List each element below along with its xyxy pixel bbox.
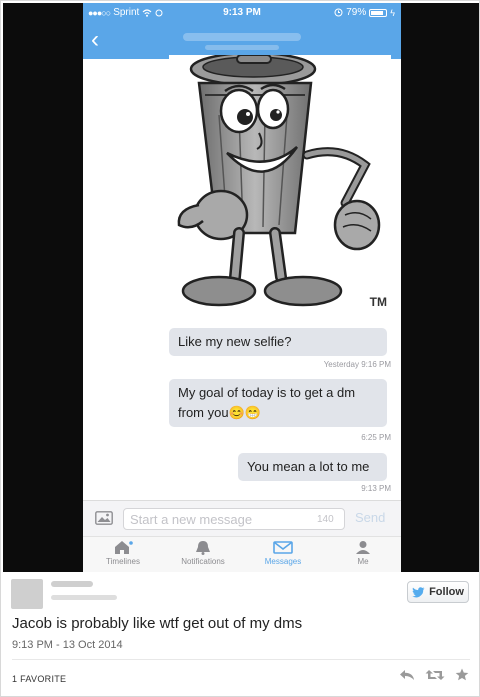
favorite-star-icon[interactable]	[455, 668, 469, 681]
home-icon	[115, 541, 133, 554]
tweet-body: Follow Jacob is probably like wtf get ou…	[3, 573, 479, 696]
favorite-count[interactable]: 1 FAVORITE	[12, 674, 66, 684]
blurred-contact-name	[183, 33, 301, 41]
tweet-timestamp[interactable]: 9:13 PM - 13 Oct 2014	[12, 639, 123, 651]
character-count: 140	[317, 514, 334, 525]
tweet-card: ●●●○○ Sprint 9:13 PM 79% ϟ ‹ TM Like my …	[0, 0, 480, 697]
tab-label: Messages	[264, 557, 302, 566]
follow-button[interactable]: Follow	[407, 581, 469, 603]
tweet-actions	[399, 668, 469, 681]
photo-icon[interactable]	[95, 511, 113, 525]
bell-icon	[196, 541, 210, 555]
message-timestamp: 6:25 PM	[361, 433, 391, 442]
blurred-contact-handle	[205, 45, 279, 50]
message-bubble[interactable]: You mean a lot to me	[238, 453, 387, 481]
sent-image-trash-can-mascot[interactable]: TM	[169, 51, 391, 313]
tab-label: Me	[357, 557, 369, 566]
twitter-bird-icon	[412, 586, 425, 597]
message-composer: Start a new message 140 Send	[83, 500, 401, 536]
message-bubble[interactable]: Like my new selfie?	[169, 328, 387, 356]
trademark-mark: TM	[369, 295, 387, 309]
back-button[interactable]: ‹	[91, 27, 99, 53]
tab-label: Timelines	[106, 557, 140, 566]
person-icon	[356, 541, 370, 554]
message-input[interactable]: Start a new message	[123, 508, 345, 530]
avatar[interactable]	[11, 579, 43, 609]
message-timestamp: 9:13 PM	[361, 484, 391, 493]
blurred-author-name	[51, 581, 93, 587]
message-bubble[interactable]: My goal of today is to get a dm from you…	[169, 379, 387, 427]
tab-messages[interactable]: Messages	[245, 540, 321, 566]
embedded-photo: ●●●○○ Sprint 9:13 PM 79% ϟ ‹ TM Like my …	[3, 3, 479, 572]
reply-icon[interactable]	[399, 669, 415, 681]
send-button[interactable]: Send	[355, 510, 385, 525]
alarm-icon	[334, 8, 343, 17]
phone-screenshot: ●●●○○ Sprint 9:13 PM 79% ϟ ‹ TM Like my …	[83, 3, 401, 572]
tab-bar: Timelines Notifications Messages Me	[83, 536, 401, 572]
tab-notifications[interactable]: Notifications	[165, 540, 241, 566]
message-timestamp: Yesterday 9:16 PM	[323, 360, 391, 369]
tweet-text: Jacob is probably like wtf get out of my…	[12, 615, 303, 632]
charging-icon: ϟ	[390, 7, 395, 18]
trash-can-mascot-image	[177, 51, 381, 307]
blurred-author-handle	[51, 595, 117, 600]
retweet-icon[interactable]	[425, 669, 445, 681]
divider	[12, 659, 470, 660]
status-bar: ●●●○○ Sprint 9:13 PM 79% ϟ	[83, 3, 401, 23]
conversation-header: ‹	[83, 23, 401, 59]
envelope-icon	[273, 541, 293, 554]
battery-percent: 79%	[346, 7, 367, 18]
tab-label: Notifications	[181, 557, 225, 566]
tab-timelines[interactable]: Timelines	[85, 540, 161, 566]
tab-me[interactable]: Me	[325, 540, 401, 566]
battery-icon	[369, 8, 388, 17]
follow-label: Follow	[429, 586, 464, 598]
